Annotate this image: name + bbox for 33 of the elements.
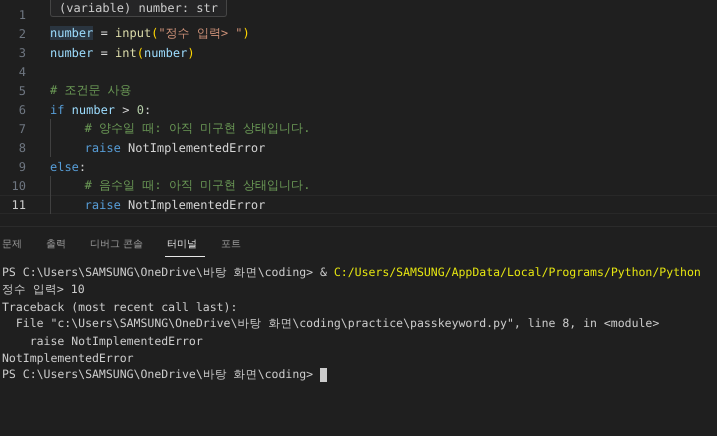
panel-tab[interactable]: 디버그 콘솔: [88, 235, 152, 257]
hover-tooltip: (variable) number: str: [50, 0, 227, 17]
code-line: raise NotImplementedError: [84, 198, 266, 212]
terminal-line: File "c:\Users\SAMSUNG\OneDrive\바탕 화면\coding\practice\passkeyword.py", line 8, in <module>: [14, 316, 660, 331]
line-number: 9: [18, 160, 26, 174]
line-number: 6: [18, 102, 26, 116]
code-line: # 조건문 사용: [50, 82, 132, 99]
panel-tab[interactable]: 포트: [219, 235, 250, 257]
line-number: 8: [18, 140, 26, 154]
terminal-line: PS C:\Users\SAMSUNG\OneDrive\바탕 화면\coding>: [2, 367, 314, 382]
terminal-line: NotImplementedError: [2, 350, 134, 364]
line-number: 7: [18, 122, 26, 136]
code-line: number = int(number): [50, 46, 195, 60]
code-line: # 양수일 때: 아직 미구현 상태입니다.: [84, 120, 310, 137]
panel-tab[interactable]: 출력: [44, 235, 74, 257]
line-number: 2: [18, 26, 26, 40]
panel-tab[interactable]: 문제: [0, 235, 30, 257]
code-line: raise NotImplementedError: [84, 140, 266, 154]
code-line: number = input("정수 입력> "): [50, 25, 250, 42]
line-number: 10: [10, 178, 26, 192]
line-number: 3: [18, 46, 26, 60]
code-line: else:: [50, 160, 86, 174]
code-line: # 음수일 때: 아직 미구현 상태입니다.: [84, 177, 310, 194]
terminal-line: PS C:\Users\SAMSUNG\OneDrive\바탕 화면\coding> & C:/Users/SAMSUNG/AppData/Local/Programs/Python/Python: [2, 265, 701, 280]
line-number: 5: [18, 84, 26, 98]
terminal-line: raise NotImplementedError: [28, 334, 203, 348]
terminal-line: 정수 입력> 10: [2, 282, 85, 297]
panel-tab[interactable]: 터미널: [165, 235, 206, 257]
code-line: if number > 0:: [50, 102, 152, 116]
line-number: 4: [18, 64, 26, 78]
line-number: 11: [10, 198, 26, 212]
line-number: 1: [18, 8, 26, 22]
terminal-line: Traceback (most recent call last):: [2, 300, 238, 314]
